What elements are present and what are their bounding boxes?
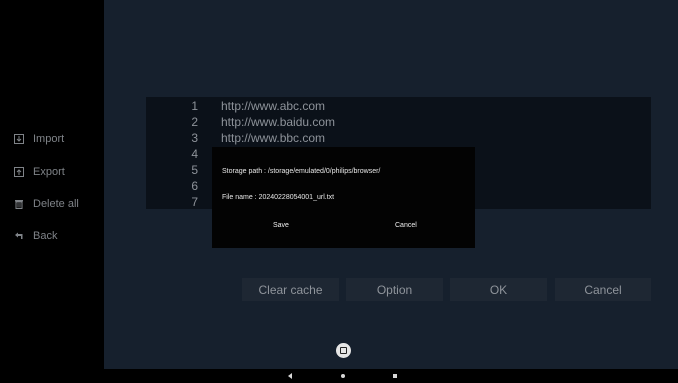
import-icon bbox=[14, 134, 24, 144]
floating-home-button[interactable] bbox=[336, 343, 351, 358]
back-label: Back bbox=[33, 230, 58, 242]
delete-all-button[interactable]: Delete all bbox=[14, 195, 79, 213]
nav-back-icon[interactable] bbox=[288, 373, 292, 379]
import-button[interactable]: Import bbox=[14, 130, 64, 148]
ok-button[interactable]: OK bbox=[450, 278, 547, 301]
file-name-text: File name : 20240228054001_url.txt bbox=[222, 194, 335, 201]
trash-icon bbox=[14, 199, 24, 209]
url-number: 5 bbox=[191, 163, 198, 177]
url-number: 1 bbox=[191, 99, 198, 113]
cancel-button[interactable]: Cancel bbox=[555, 278, 651, 301]
dialog-save-button[interactable]: Save bbox=[273, 222, 289, 229]
import-label: Import bbox=[33, 133, 65, 145]
back-icon bbox=[14, 231, 24, 241]
nav-recents-icon[interactable] bbox=[393, 374, 397, 378]
nav-home-icon[interactable] bbox=[341, 374, 345, 378]
clear-cache-button[interactable]: Clear cache bbox=[242, 278, 339, 301]
url-number: 2 bbox=[191, 115, 198, 129]
export-dialog: Storage path : /storage/emulated/0/phili… bbox=[212, 147, 475, 248]
export-icon bbox=[14, 167, 24, 177]
url-number: 6 bbox=[191, 179, 198, 193]
url-row[interactable]: 2 http://www.baidu.com bbox=[146, 114, 651, 130]
url-row[interactable]: 3 http://www.bbc.com bbox=[146, 130, 651, 146]
export-button[interactable]: Export bbox=[14, 163, 65, 181]
url-text: http://www.abc.com bbox=[221, 99, 326, 113]
export-label: Export bbox=[33, 166, 65, 178]
storage-path-text: Storage path : /storage/emulated/0/phili… bbox=[222, 168, 381, 175]
navigation-bar bbox=[0, 369, 678, 383]
url-number: 3 bbox=[191, 131, 198, 145]
back-button[interactable]: Back bbox=[14, 227, 57, 245]
sidebar: Import Export Delete all Back bbox=[0, 0, 104, 369]
delete-all-label: Delete all bbox=[33, 198, 79, 210]
url-number: 4 bbox=[191, 147, 198, 161]
url-text: http://www.bbc.com bbox=[221, 131, 326, 145]
url-row[interactable]: 1 http://www.abc.com bbox=[146, 98, 651, 114]
option-button[interactable]: Option bbox=[346, 278, 443, 301]
dialog-cancel-button[interactable]: Cancel bbox=[395, 222, 417, 229]
url-text: http://www.baidu.com bbox=[221, 115, 336, 129]
url-number: 7 bbox=[191, 195, 198, 209]
